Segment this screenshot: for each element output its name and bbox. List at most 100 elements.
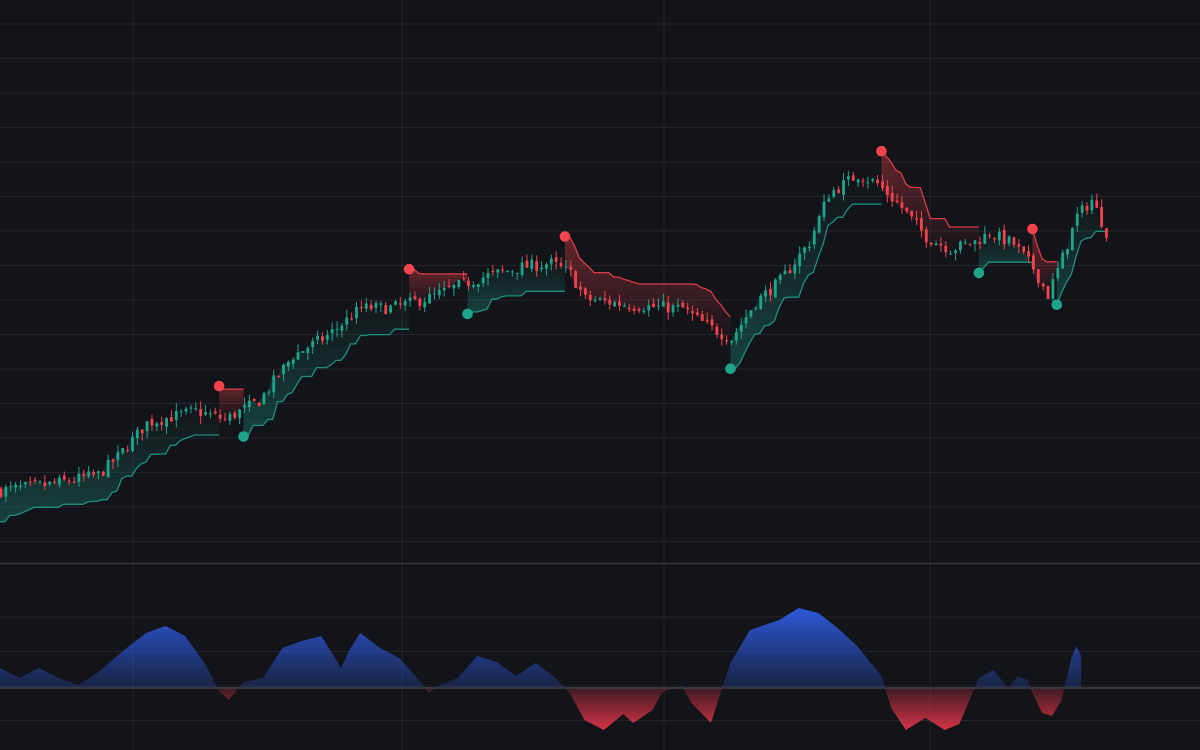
candle-body	[491, 270, 495, 272]
candle-body	[993, 238, 996, 240]
candle-body	[1041, 283, 1045, 287]
candle-body	[564, 266, 568, 268]
candle-body	[788, 270, 792, 273]
candle-body	[666, 302, 670, 313]
candle-body	[754, 307, 758, 309]
candle-body	[554, 257, 558, 262]
candle-body	[1075, 213, 1079, 226]
candle-body	[423, 302, 427, 308]
candle-body	[671, 305, 675, 313]
candle-body	[997, 231, 1001, 241]
candle-body	[476, 284, 480, 288]
candle-body	[350, 318, 354, 320]
candle-body	[38, 481, 42, 483]
candle-body	[418, 298, 422, 307]
candle-body	[1036, 269, 1040, 284]
candle-body	[700, 314, 704, 321]
candle-body	[437, 290, 441, 296]
candle-body	[116, 452, 120, 461]
candle-body	[33, 479, 37, 482]
candle-body	[837, 189, 841, 193]
candle-body	[530, 259, 534, 269]
candle-body	[247, 400, 251, 408]
buy-signal-marker	[725, 363, 736, 374]
candle-body	[67, 480, 71, 482]
candle-body	[457, 279, 461, 287]
candle-body	[1090, 199, 1094, 211]
candle-body	[890, 192, 894, 202]
candle-body	[282, 364, 285, 375]
candle-body	[876, 179, 879, 184]
candle-body	[209, 413, 212, 415]
sell-signal-marker	[403, 263, 415, 275]
candle-body	[691, 311, 694, 314]
candle-body	[369, 304, 373, 310]
candle-body	[467, 280, 470, 286]
candle-body	[506, 270, 509, 272]
candle-body	[486, 273, 490, 279]
candle-body	[954, 250, 957, 253]
candle-body	[520, 262, 524, 275]
candle-body	[608, 299, 612, 305]
candle-body	[501, 269, 505, 271]
candle-body	[1095, 200, 1099, 208]
candle-body	[72, 481, 76, 483]
candle-body	[233, 412, 237, 418]
candle-body	[769, 288, 772, 296]
candle-body	[43, 482, 47, 486]
candle-body	[394, 301, 397, 305]
candle-body	[48, 481, 52, 485]
candle-body	[618, 301, 621, 306]
candle-body	[759, 295, 763, 309]
candle-body	[515, 272, 519, 274]
candle-body	[384, 305, 388, 315]
candle-body	[199, 408, 203, 417]
candle-body	[408, 297, 412, 301]
candle-body	[934, 243, 938, 246]
candle-body	[111, 459, 115, 462]
candle-body	[252, 398, 256, 401]
candle-body	[803, 247, 806, 253]
candle	[301, 351, 305, 353]
candle-body	[652, 303, 655, 307]
candle-body	[1022, 246, 1026, 252]
candle-body	[661, 301, 665, 307]
candle-body	[1105, 228, 1108, 238]
candle-body	[170, 417, 173, 422]
candle-body	[598, 298, 602, 300]
candle-body	[584, 288, 587, 295]
candle-body	[1051, 279, 1055, 299]
candle-body	[676, 304, 680, 307]
candle-body	[559, 262, 563, 267]
candle-body	[101, 471, 105, 476]
candle-body	[783, 270, 787, 275]
buy-signal-marker	[1051, 299, 1063, 311]
candle-body	[545, 264, 548, 269]
candle-body	[851, 175, 855, 181]
candle-body	[710, 319, 714, 326]
candle-body	[730, 341, 733, 343]
candle-body	[106, 459, 110, 477]
candle-body	[910, 210, 914, 217]
candle-body	[657, 305, 660, 307]
candle-body	[1027, 251, 1030, 257]
candle-body	[87, 471, 91, 477]
candle-body	[881, 181, 884, 188]
candle-body	[228, 413, 232, 421]
candle-body	[944, 245, 948, 253]
candle-body	[856, 179, 860, 183]
candle-body	[1085, 205, 1089, 211]
candle-body	[316, 335, 319, 340]
buy-signal-marker	[973, 267, 985, 279]
candle-body	[174, 411, 178, 420]
candle-body	[958, 241, 962, 251]
candle-body	[549, 258, 553, 264]
candle-body	[379, 303, 383, 305]
candle-body	[14, 484, 18, 488]
candle-body	[398, 303, 402, 305]
candle-body	[301, 351, 305, 353]
candle-body	[340, 325, 344, 331]
candle-body	[165, 418, 168, 427]
sell-signal-marker	[876, 145, 887, 157]
candle-body	[58, 477, 61, 485]
